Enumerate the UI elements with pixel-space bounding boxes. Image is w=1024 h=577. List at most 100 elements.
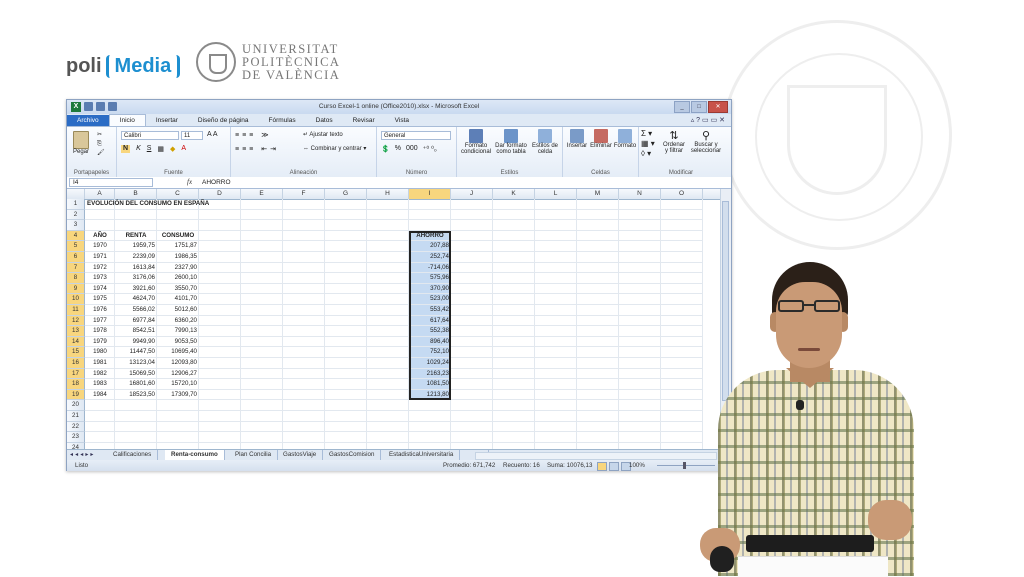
thousands-button[interactable]: 000 (406, 145, 418, 153)
grid-cell[interactable] (661, 252, 703, 263)
grid-cell[interactable] (577, 252, 619, 263)
grid-cell[interactable] (283, 220, 325, 231)
grid-cell[interactable] (199, 220, 241, 231)
grid-cell[interactable] (157, 209, 199, 221)
tab-insertar[interactable]: Insertar (146, 115, 188, 126)
grid-cell[interactable] (535, 294, 577, 305)
grid-cell[interactable] (661, 199, 703, 210)
row-header[interactable]: 8 (67, 273, 85, 284)
cell-consumo[interactable]: 6360,20 (157, 316, 199, 327)
grid-cell[interactable] (661, 283, 703, 295)
grid-cell[interactable] (493, 421, 535, 433)
grid-cell[interactable] (367, 199, 409, 210)
grid-cell[interactable] (577, 389, 619, 401)
insert-cells-button[interactable]: Insertar (565, 129, 589, 149)
grid-cell[interactable] (451, 379, 493, 390)
cell-year[interactable]: 1977 (85, 316, 115, 327)
grid-cell[interactable] (283, 400, 325, 411)
grid-cell[interactable] (577, 368, 619, 380)
cell-ahorro[interactable]: 752,10 (409, 347, 451, 358)
cell-consumo[interactable]: 1751,87 (157, 241, 199, 252)
grid-cell[interactable] (451, 209, 493, 221)
grid-cell[interactable] (619, 241, 661, 252)
grid-cell[interactable] (241, 283, 283, 295)
grid-cell[interactable] (241, 230, 283, 242)
grid-cell[interactable] (535, 411, 577, 422)
grid-cell[interactable] (661, 400, 703, 411)
row-header[interactable]: 9 (67, 283, 85, 295)
grid-cell[interactable] (535, 262, 577, 274)
cell-year[interactable]: 1971 (85, 252, 115, 263)
grid-cell[interactable] (325, 305, 367, 316)
grid-cell[interactable] (451, 294, 493, 305)
grid-cell[interactable] (283, 368, 325, 380)
grid-cell[interactable] (85, 432, 115, 443)
grid-cell[interactable] (661, 230, 703, 242)
grid-cell[interactable] (577, 347, 619, 358)
font-size-select[interactable]: 11 (181, 131, 203, 140)
grid-cell[interactable] (619, 305, 661, 316)
cell-renta[interactable]: 9949,90 (115, 337, 157, 348)
cell-ahorro[interactable]: 1081,50 (409, 379, 451, 390)
row-header[interactable]: 5 (67, 241, 85, 252)
grid-cell[interactable] (241, 347, 283, 358)
grid-cell[interactable] (451, 199, 493, 210)
grid-cell[interactable] (115, 432, 157, 443)
grid-cell[interactable] (577, 411, 619, 422)
cell-consumo[interactable]: 1986,35 (157, 252, 199, 263)
tab-vista[interactable]: Vista (385, 115, 419, 126)
grid-cell[interactable] (325, 411, 367, 422)
row-header[interactable]: 13 (67, 326, 85, 337)
grid-cell[interactable] (199, 230, 241, 242)
grid-cell[interactable] (199, 379, 241, 390)
cell-year[interactable]: 1981 (85, 358, 115, 369)
grid-cell[interactable] (619, 389, 661, 401)
format-painter-icon[interactable]: 🖌 (97, 149, 105, 158)
grid-cell[interactable] (199, 209, 241, 221)
grid-cell[interactable] (535, 220, 577, 231)
grid-cell[interactable] (241, 305, 283, 316)
sheet-tab-gastoscomision[interactable]: GastosComision (323, 450, 382, 460)
grid-cell[interactable] (577, 283, 619, 295)
grid-cell[interactable] (535, 315, 577, 327)
grid-cell[interactable] (535, 305, 577, 316)
cell-ahorro[interactable]: -714,06 (409, 263, 451, 274)
grid-cell[interactable] (283, 283, 325, 295)
grid-cell[interactable] (325, 294, 367, 305)
grid-cell[interactable] (661, 432, 703, 443)
tab-datos[interactable]: Datos (306, 115, 343, 126)
grid-cell[interactable] (535, 252, 577, 263)
grid-cell[interactable] (535, 326, 577, 337)
sheet-tab-renta-consumo[interactable]: Renta-consumo (165, 450, 225, 460)
grid-cell[interactable] (577, 273, 619, 284)
font-name-select[interactable]: Calibri (121, 131, 179, 140)
grid-cell[interactable] (451, 347, 493, 358)
grid-cell[interactable] (115, 220, 157, 231)
grid-cell[interactable] (619, 379, 661, 390)
grid-cell[interactable] (493, 220, 535, 231)
grid-cell[interactable] (661, 315, 703, 327)
cell-ahorro[interactable]: 252,74 (409, 252, 451, 263)
align-horizontal-icons[interactable]: ≡≡≡ ⇤⇥ (235, 145, 279, 153)
cell-renta[interactable]: 13123,04 (115, 358, 157, 369)
grid-cell[interactable] (577, 379, 619, 390)
column-header-n[interactable]: N (619, 189, 661, 199)
cell-renta[interactable]: 1959,75 (115, 241, 157, 252)
cell-renta[interactable]: 18523,50 (115, 390, 157, 401)
grid-cell[interactable] (325, 421, 367, 433)
grid-cell[interactable] (451, 230, 493, 242)
grid-cell[interactable] (661, 389, 703, 401)
grid-cell[interactable] (199, 368, 241, 380)
grid-cell[interactable] (367, 326, 409, 337)
grid-cell[interactable] (241, 326, 283, 337)
cell-renta[interactable]: 4624,70 (115, 294, 157, 305)
column-header-e[interactable]: E (241, 189, 283, 199)
grid-cell[interactable] (535, 368, 577, 380)
grid-cell[interactable] (325, 273, 367, 284)
grid-cell[interactable] (115, 411, 157, 422)
cell-consumo[interactable]: 2327,90 (157, 263, 199, 274)
cell-consumo[interactable]: 3550,70 (157, 284, 199, 295)
tab-diseno-pagina[interactable]: Diseño de página (188, 115, 259, 126)
grid-cell[interactable] (493, 241, 535, 252)
row-header[interactable]: 2 (67, 209, 85, 221)
